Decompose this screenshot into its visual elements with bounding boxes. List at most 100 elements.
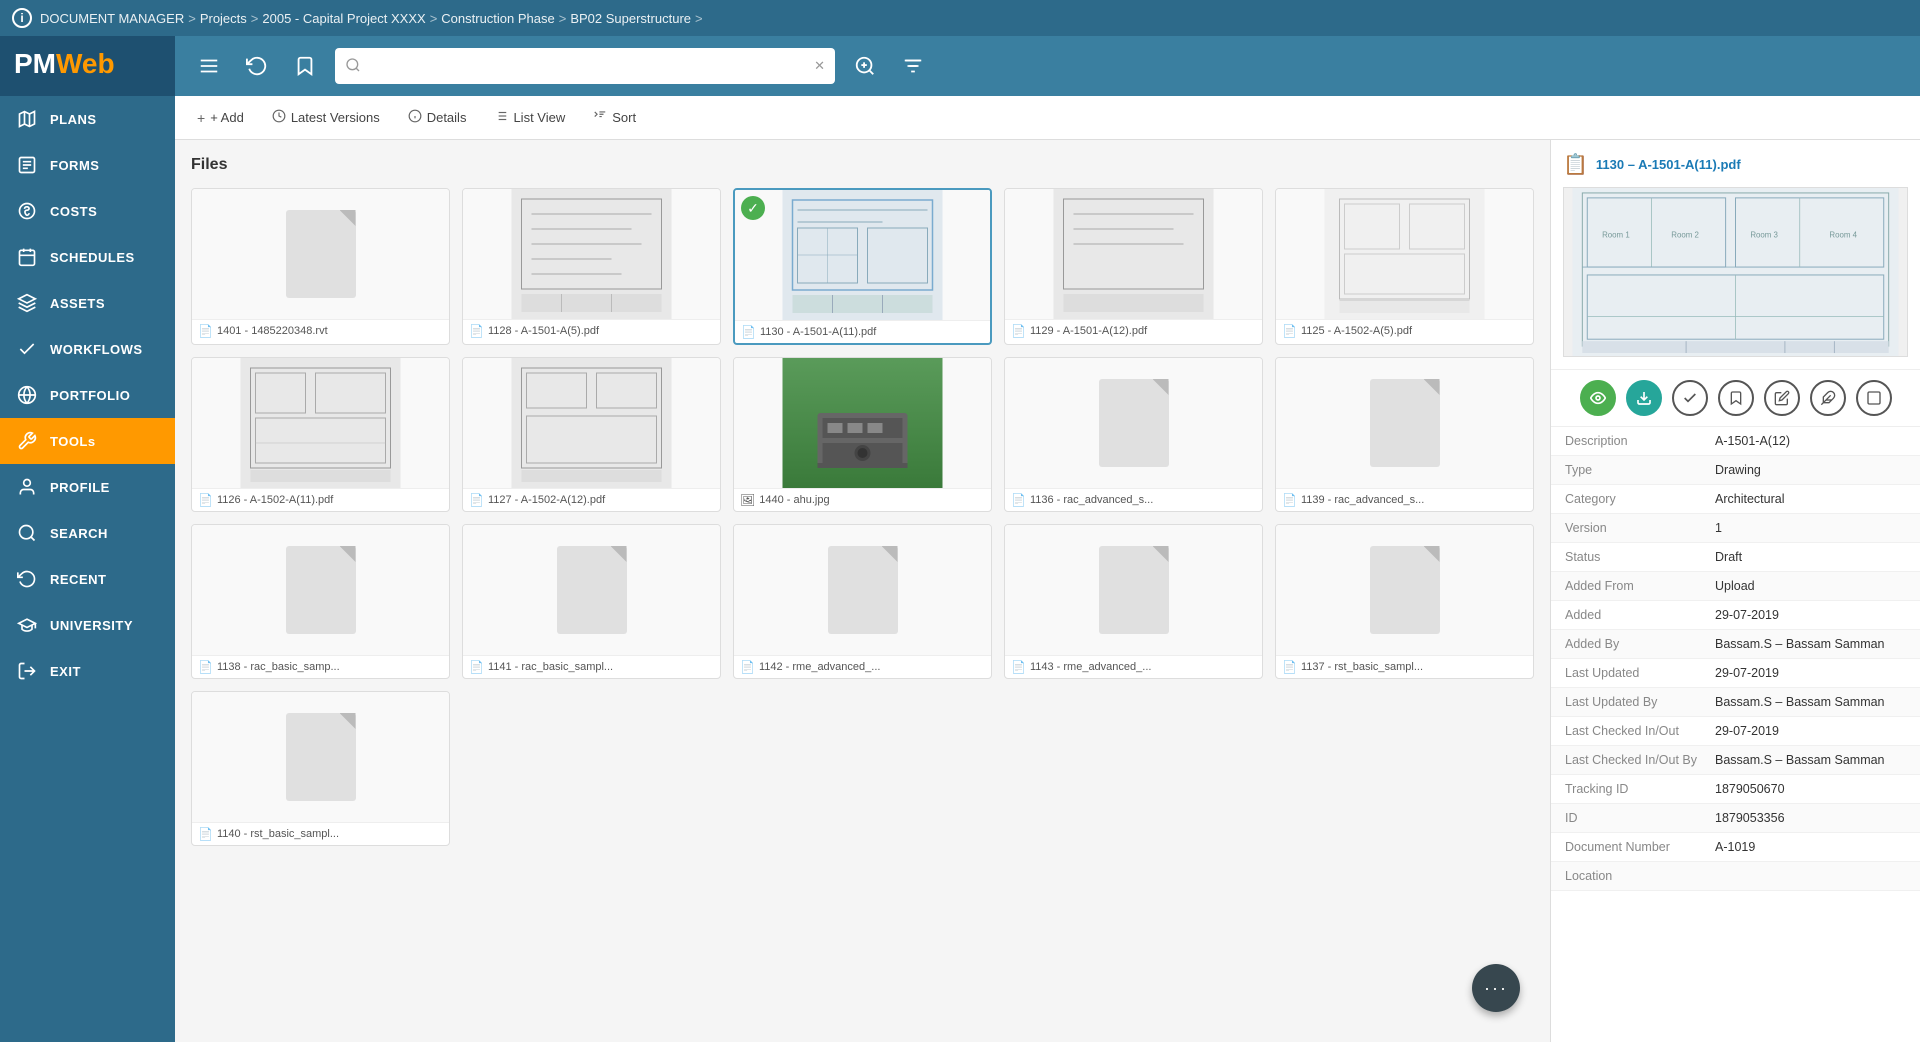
- meta-label: Last Updated: [1565, 666, 1715, 680]
- blueprint-preview: [463, 358, 720, 488]
- file-label: 📄 1127 - A-1502-A(12).pdf: [463, 488, 720, 511]
- zoom-search-button[interactable]: [847, 48, 883, 84]
- file-card[interactable]: 📄 1401 - 1485220348.rvt: [191, 188, 450, 345]
- file-card[interactable]: 📄 1129 - A-1501-A(12).pdf: [1004, 188, 1263, 345]
- recent-icon: [16, 568, 38, 590]
- file-name: 1127 - A-1502-A(12).pdf: [488, 494, 605, 506]
- sidebar-label-portfolio: PORTFOLIO: [50, 388, 130, 403]
- file-type-icon: 📄: [198, 660, 213, 674]
- details-button[interactable]: Details: [402, 105, 473, 130]
- breadcrumb-sep1: >: [188, 11, 196, 26]
- sidebar-item-profile[interactable]: PROFILE: [0, 464, 175, 510]
- sort-button[interactable]: Sort: [587, 105, 642, 130]
- file-card[interactable]: 📄 1125 - A-1502-A(5).pdf: [1275, 188, 1534, 345]
- file-card[interactable]: 📄 1139 - rac_advanced_s...: [1275, 357, 1534, 512]
- view-action-button[interactable]: [1580, 380, 1616, 416]
- schedules-icon: [16, 246, 38, 268]
- sidebar-item-exit[interactable]: EXIT: [0, 648, 175, 694]
- logo[interactable]: PM Web: [12, 43, 152, 89]
- list-view-icon: [494, 109, 508, 126]
- file-card[interactable]: 📄 1126 - A-1502-A(11).pdf: [191, 357, 450, 512]
- bookmark-toolbar-button[interactable]: [287, 48, 323, 84]
- list-view-button[interactable]: List View: [488, 105, 571, 130]
- download-action-button[interactable]: [1626, 380, 1662, 416]
- file-card[interactable]: 📄 1128 - A-1501-A(5).pdf: [462, 188, 721, 345]
- search-icon: [16, 522, 38, 544]
- edit-action-button[interactable]: [1764, 380, 1800, 416]
- bookmark-action-button[interactable]: [1718, 380, 1754, 416]
- sidebar-item-portfolio[interactable]: PORTFOLIO: [0, 372, 175, 418]
- photo-preview: [734, 358, 991, 488]
- document-icon: [1099, 379, 1169, 467]
- top-bar: i DOCUMENT MANAGER > Projects > 2005 - C…: [0, 0, 1920, 36]
- latest-versions-button[interactable]: Latest Versions: [266, 105, 386, 130]
- file-type-icon: 📄: [198, 493, 213, 507]
- preview-area: 📋 1130 – A-1501-A(11).pdf: [1551, 140, 1920, 370]
- file-thumbnail: [1005, 525, 1262, 655]
- sidebar-item-schedules[interactable]: SCHEDULES: [0, 234, 175, 280]
- file-card[interactable]: 📄 1136 - rac_advanced_s...: [1004, 357, 1263, 512]
- file-card[interactable]: 📄 1140 - rst_basic_sampl...: [191, 691, 450, 846]
- preview-title: 📋 1130 – A-1501-A(11).pdf: [1563, 152, 1908, 177]
- metadata-row-location: Location: [1551, 862, 1920, 891]
- sidebar-item-recent[interactable]: RECENT: [0, 556, 175, 602]
- fab-button[interactable]: ···: [1472, 964, 1520, 1012]
- file-grid: 📄 1401 - 1485220348.rvt: [191, 188, 1534, 846]
- file-label: 🖼 1440 - ahu.jpg: [734, 488, 991, 511]
- files-layout: Files 📄 1401 - 1485220348.rvt: [175, 140, 1920, 1042]
- approve-action-button[interactable]: [1672, 380, 1708, 416]
- meta-label: Version: [1565, 521, 1715, 535]
- filter-button[interactable]: [895, 48, 931, 84]
- sidebar-item-university[interactable]: UNIVERSITY: [0, 602, 175, 648]
- sidebar-item-workflows[interactable]: WORKFLOWS: [0, 326, 175, 372]
- file-card[interactable]: 📄 1143 - rme_advanced_...: [1004, 524, 1263, 679]
- sidebar-item-plans[interactable]: PLANS: [0, 96, 175, 142]
- breadcrumb-doc-manager[interactable]: DOCUMENT MANAGER: [40, 11, 184, 26]
- breadcrumb-projects[interactable]: Projects: [200, 11, 247, 26]
- breadcrumb-bp02[interactable]: BP02 Superstructure: [570, 11, 691, 26]
- sidebar-label-profile: PROFILE: [50, 480, 110, 495]
- meta-label: Last Checked In/Out By: [1565, 753, 1715, 767]
- annotate-action-button[interactable]: [1810, 380, 1846, 416]
- sidebar-label-search: SEARCH: [50, 526, 108, 541]
- file-card[interactable]: 📄 1141 - rac_basic_sampl...: [462, 524, 721, 679]
- file-name: 1138 - rac_basic_samp...: [217, 661, 340, 673]
- file-thumbnail: [463, 358, 720, 488]
- sidebar-item-assets[interactable]: ASSETS: [0, 280, 175, 326]
- undo-button[interactable]: [239, 48, 275, 84]
- pdf-file-icon: 📋: [1563, 152, 1588, 177]
- menu-button[interactable]: [191, 48, 227, 84]
- meta-label: Tracking ID: [1565, 782, 1715, 796]
- file-label: 📄 1138 - rac_basic_samp...: [192, 655, 449, 678]
- file-card[interactable]: 📄 1137 - rst_basic_sampl...: [1275, 524, 1534, 679]
- metadata-row-category: Category Architectural: [1551, 485, 1920, 514]
- document-icon: [286, 713, 356, 801]
- search-box: ✕: [335, 48, 835, 84]
- sidebar-item-search[interactable]: SEARCH: [0, 510, 175, 556]
- file-card[interactable]: 🖼 1440 - ahu.jpg: [733, 357, 992, 512]
- breadcrumb-construction[interactable]: Construction Phase: [441, 11, 554, 26]
- sidebar-item-forms[interactable]: FORMS: [0, 142, 175, 188]
- metadata-row-added-by: Added By Bassam.S – Bassam Samman: [1551, 630, 1920, 659]
- sidebar-item-costs[interactable]: COSTS: [0, 188, 175, 234]
- file-name: 1142 - rme_advanced_...: [759, 661, 880, 673]
- search-clear-icon[interactable]: ✕: [814, 58, 825, 74]
- sidebar-item-tools[interactable]: TOOLs: [0, 418, 175, 464]
- meta-value: 1879053356: [1715, 811, 1785, 825]
- file-thumbnail: [463, 189, 720, 319]
- sort-icon: [593, 109, 607, 126]
- file-label: 📄 1126 - A-1502-A(11).pdf: [192, 488, 449, 511]
- add-label: + Add: [210, 110, 244, 125]
- crop-action-button[interactable]: [1856, 380, 1892, 416]
- search-input[interactable]: [367, 58, 814, 74]
- file-card[interactable]: 📄 1138 - rac_basic_samp...: [191, 524, 450, 679]
- breadcrumb-capital[interactable]: 2005 - Capital Project XXXX: [262, 11, 425, 26]
- add-button[interactable]: + + Add: [191, 106, 250, 130]
- info-icon[interactable]: i: [12, 8, 32, 28]
- file-card-selected[interactable]: ✓: [733, 188, 992, 345]
- meta-value: 1879050670: [1715, 782, 1785, 796]
- file-card[interactable]: 📄 1142 - rme_advanced_...: [733, 524, 992, 679]
- file-card[interactable]: 📄 1127 - A-1502-A(12).pdf: [462, 357, 721, 512]
- file-type-icon: 📄: [198, 827, 213, 841]
- file-label: 📄 1136 - rac_advanced_s...: [1005, 488, 1262, 511]
